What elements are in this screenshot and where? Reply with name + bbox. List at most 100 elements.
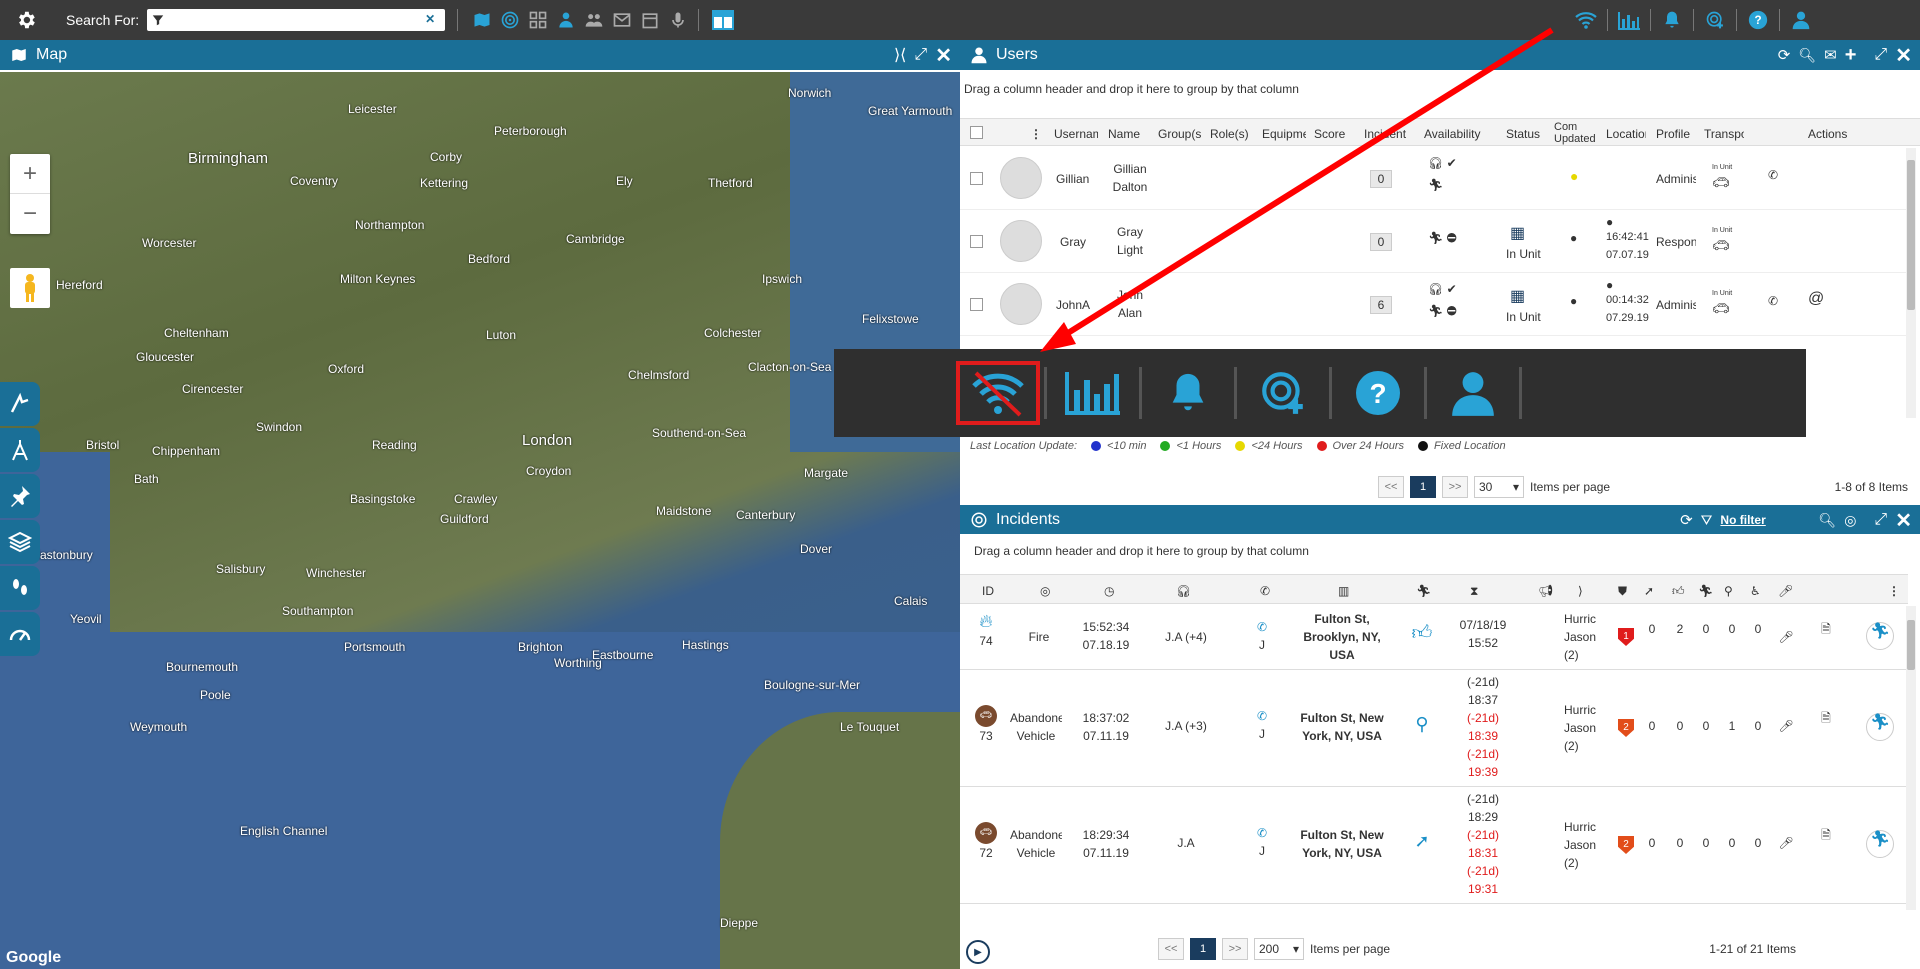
filter-icon[interactable] bbox=[151, 13, 165, 27]
street-view-pegman-icon[interactable] bbox=[10, 268, 50, 308]
user-profile-icon[interactable] bbox=[1433, 361, 1513, 425]
help-icon[interactable]: ? bbox=[1745, 7, 1771, 33]
column-header[interactable]: Incident bbox=[1364, 127, 1408, 141]
layers-icon[interactable] bbox=[0, 520, 40, 564]
report-icon[interactable]: 🗎 bbox=[1816, 709, 1836, 727]
zoom-in-button[interactable]: + bbox=[10, 154, 50, 194]
maximize-icon[interactable]: ⤢ bbox=[1874, 511, 1887, 529]
report-icon[interactable]: 🗎 bbox=[1816, 620, 1836, 638]
statistics-icon[interactable] bbox=[1616, 7, 1642, 33]
next-page-button[interactable]: >> bbox=[1442, 476, 1468, 498]
footprints-icon[interactable] bbox=[0, 566, 40, 610]
call-icon[interactable]: ✆ bbox=[1257, 826, 1267, 840]
runner-column-icon[interactable]: 🏃︎ bbox=[1698, 584, 1713, 598]
type-column-icon[interactable]: ◎ bbox=[1040, 584, 1050, 598]
event-column-icon[interactable]: ⟩ bbox=[1578, 584, 1583, 598]
row-checkbox[interactable] bbox=[970, 172, 983, 185]
email-icon[interactable]: @ bbox=[1808, 290, 1824, 308]
mic-icon[interactable]: 🎤︎ bbox=[1776, 628, 1796, 646]
zoom-out-button[interactable]: − bbox=[10, 194, 50, 234]
notification-bell-icon[interactable] bbox=[1148, 361, 1228, 425]
search-icon[interactable]: 🔍︎ bbox=[1818, 512, 1836, 529]
select-all-checkbox[interactable] bbox=[970, 126, 983, 139]
address-column-icon[interactable]: ▥ bbox=[1338, 584, 1349, 598]
like-column-icon[interactable]: 👍︎ bbox=[1672, 584, 1685, 599]
table-row[interactable]: JohnA John Alan 6 🎧︎ ✔ 🏃︎ ⛔︎ ▦ In Unit ●… bbox=[960, 274, 1908, 336]
mail-icon[interactable] bbox=[610, 8, 634, 32]
add-icon[interactable]: + bbox=[1845, 44, 1857, 67]
column-header[interactable]: ID bbox=[982, 584, 994, 598]
users-group-icon[interactable] bbox=[554, 8, 578, 32]
table-row[interactable]: 🚗︎ 72 Abandone Vehicle 18:29:34 07.11.19 J.… bbox=[960, 788, 1908, 904]
settings-gear-icon[interactable] bbox=[12, 6, 40, 34]
column-header[interactable]: Profile bbox=[1656, 127, 1696, 141]
table-row[interactable]: 🚗︎ 73 Abandone Vehicle 18:37:02 07.11.19 J.… bbox=[960, 671, 1908, 787]
call-icon[interactable]: ✆ bbox=[1768, 168, 1778, 182]
column-header[interactable]: Com Updated bbox=[1554, 121, 1596, 145]
speedometer-icon[interactable] bbox=[0, 612, 40, 656]
filter-label[interactable]: No filter bbox=[1720, 513, 1810, 527]
call-icon[interactable]: ✆ bbox=[1257, 620, 1267, 634]
dispatch-runner-icon[interactable]: 🏃︎ bbox=[1866, 622, 1894, 650]
scrollbar[interactable] bbox=[1906, 148, 1916, 418]
maximize-icon[interactable]: ⤢ bbox=[914, 46, 927, 64]
clear-search-icon[interactable]: ✕ bbox=[425, 12, 435, 26]
column-header[interactable]: Equipme bbox=[1262, 127, 1306, 141]
filter-icon[interactable]: ⛛ bbox=[1701, 512, 1713, 529]
page-number-button[interactable]: 1 bbox=[1190, 938, 1216, 960]
map-view[interactable]: Birmingham London Norwich Cambridge Oxford Br… bbox=[0, 72, 960, 969]
column-header[interactable]: Availability bbox=[1424, 127, 1494, 141]
draw-route-icon[interactable] bbox=[0, 382, 40, 426]
mic-column-icon[interactable]: 🎤︎ bbox=[1778, 584, 1793, 598]
column-header[interactable]: Usernam bbox=[1054, 127, 1098, 141]
prev-page-button[interactable]: << bbox=[1158, 938, 1184, 960]
assigned-column-icon[interactable]: 🎧︎ bbox=[1176, 584, 1191, 598]
event-count[interactable]: (2) bbox=[1564, 856, 1579, 870]
column-header[interactable]: Group(s bbox=[1158, 127, 1202, 141]
column-header[interactable]: Name bbox=[1108, 127, 1148, 141]
layout-icon[interactable] bbox=[711, 8, 735, 32]
notification-bell-icon[interactable] bbox=[1659, 7, 1685, 33]
wifi-icon[interactable] bbox=[1573, 7, 1599, 33]
statistics-icon[interactable] bbox=[1053, 361, 1133, 425]
pin-icon[interactable] bbox=[0, 474, 40, 518]
close-icon[interactable]: ✕ bbox=[1895, 508, 1912, 533]
refresh-icon[interactable]: ⟳ bbox=[1680, 511, 1693, 529]
column-menu-icon[interactable]: ⋮ bbox=[1030, 127, 1042, 141]
column-header[interactable]: Location bbox=[1606, 127, 1646, 141]
add-target-icon[interactable] bbox=[1243, 361, 1323, 425]
map-layers-icon[interactable] bbox=[470, 8, 494, 32]
user-profile-icon[interactable] bbox=[1788, 7, 1814, 33]
broadcast-column-icon[interactable]: 📢︎ bbox=[1538, 584, 1553, 598]
event-count[interactable]: (2) bbox=[1564, 739, 1579, 753]
refresh-icon[interactable]: ⟳ bbox=[1778, 46, 1791, 64]
call-icon[interactable]: ✆ bbox=[1768, 294, 1778, 308]
play-icon[interactable]: ▶ bbox=[966, 940, 990, 964]
report-icon[interactable]: 🗎 bbox=[1816, 826, 1836, 844]
location-pin-icon[interactable]: ⚲ bbox=[1408, 715, 1436, 733]
arrived-column-icon[interactable]: ♿︎ bbox=[1750, 584, 1761, 598]
prev-page-button[interactable]: << bbox=[1378, 476, 1404, 498]
per-page-select[interactable]: 30 ▾ bbox=[1474, 476, 1524, 498]
call-icon[interactable]: ✆ bbox=[1257, 709, 1267, 723]
page-number-button[interactable]: 1 bbox=[1410, 476, 1436, 498]
search-icon[interactable]: 🔍︎ bbox=[1798, 47, 1816, 64]
team-icon[interactable] bbox=[582, 8, 606, 32]
maximize-icon[interactable]: ⤢ bbox=[1874, 46, 1887, 64]
column-menu-icon[interactable]: ⋮ bbox=[1888, 584, 1900, 598]
per-page-select[interactable]: 200 ▾ bbox=[1254, 938, 1304, 960]
close-icon[interactable]: ✕ bbox=[1895, 43, 1912, 68]
collapse-icon[interactable]: ⟩⟨ bbox=[894, 45, 906, 65]
search-input[interactable] bbox=[169, 10, 410, 30]
timer-column-icon[interactable]: ⧗ bbox=[1470, 584, 1478, 599]
table-row[interactable]: Gillian Gillian Dalton 0 🎧︎ ✔ 🏃︎ ● Admin… bbox=[960, 148, 1908, 210]
send-icon[interactable]: ➚ bbox=[1408, 832, 1436, 850]
responder-column-icon[interactable]: 🏃︎ bbox=[1416, 584, 1431, 598]
mic-icon[interactable]: 🎤︎ bbox=[1776, 834, 1796, 852]
calendar-icon[interactable] bbox=[638, 8, 662, 32]
help-icon[interactable]: ? bbox=[1338, 361, 1418, 425]
dispatch-runner-icon[interactable]: 🏃︎ bbox=[1866, 713, 1894, 741]
priority-column-icon[interactable]: ⛊ bbox=[1618, 584, 1627, 599]
thumbs-up-icon[interactable]: 👍︎ bbox=[1408, 623, 1436, 643]
location-column-icon[interactable]: ⚲ bbox=[1724, 584, 1733, 598]
